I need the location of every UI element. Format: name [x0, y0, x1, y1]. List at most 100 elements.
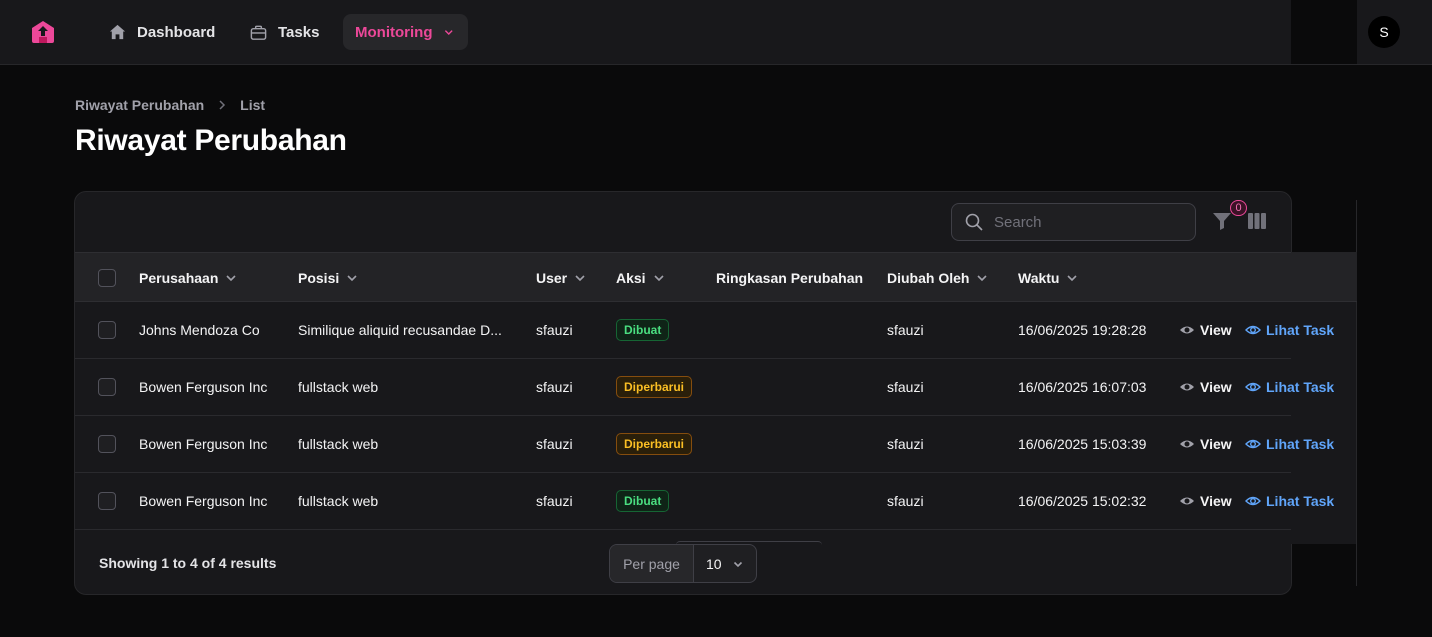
sort-chevron-icon [226, 275, 236, 282]
view-label: View [1200, 322, 1232, 338]
sort-chevron-icon [575, 275, 585, 282]
cell-perusahaan: Bowen Ferguson Inc [139, 436, 268, 452]
results-summary: Showing 1 to 4 of 4 results [99, 555, 277, 571]
eye-outline-icon [1245, 325, 1261, 335]
chevron-down-icon [445, 30, 454, 35]
home-icon [109, 24, 126, 39]
column-label: Diubah Oleh [887, 270, 970, 286]
breadcrumb-list: List [240, 97, 266, 113]
cell-diubah-oleh: sfauzi [887, 493, 924, 509]
lihat-task-label: Lihat Task [1266, 322, 1335, 338]
cell-user: sfauzi [536, 322, 573, 338]
select-all-checkbox[interactable] [98, 269, 116, 287]
search-input[interactable] [994, 213, 1184, 231]
row-checkbox[interactable] [98, 378, 116, 396]
table-row[interactable]: Bowen Ferguson Inc fullstack web sfauzi … [75, 473, 1334, 530]
per-page-value: 10 [706, 555, 722, 572]
cell-diubah-oleh: sfauzi [887, 322, 924, 338]
eye-icon [1180, 383, 1194, 391]
lihat-task-label: Lihat Task [1266, 436, 1335, 452]
column-label: Aksi [616, 270, 646, 286]
status-badge: Dibuat [616, 319, 670, 341]
view-label: View [1200, 493, 1232, 509]
cell-perusahaan: Bowen Ferguson Inc [139, 379, 268, 395]
per-page-dropdown[interactable]: 10 [694, 545, 756, 582]
eye-outline-icon [1245, 439, 1261, 449]
sort-chevron-icon [1067, 275, 1078, 282]
chevron-down-icon [733, 561, 743, 567]
cell-perusahaan: Bowen Ferguson Inc [139, 493, 268, 509]
lihat-task-label: Lihat Task [1266, 379, 1335, 395]
column-header-aksi[interactable]: Aksi [616, 253, 666, 303]
app-logo-icon[interactable] [30, 19, 56, 45]
row-checkbox[interactable] [98, 492, 116, 510]
nav-dashboard-label: Dashboard [137, 23, 216, 41]
column-header-waktu[interactable]: Waktu [1018, 253, 1079, 303]
view-button[interactable]: View [1179, 322, 1232, 338]
cell-user: sfauzi [536, 493, 573, 509]
columns-icon[interactable] [1247, 212, 1267, 230]
column-header-diubah-oleh[interactable]: Diubah Oleh [887, 253, 989, 303]
column-header-posisi[interactable]: Posisi [298, 253, 359, 303]
sort-chevron-icon [654, 275, 664, 282]
search-icon [965, 213, 983, 231]
breadcrumb-riwayat[interactable]: Riwayat Perubahan [75, 97, 204, 113]
table-row[interactable]: Bowen Ferguson Inc fullstack web sfauzi … [75, 359, 1334, 416]
filter-count-badge: 0 [1230, 200, 1247, 216]
nav-tasks[interactable]: Tasks [237, 14, 331, 50]
briefcase-icon [250, 25, 267, 40]
view-label: View [1200, 436, 1232, 452]
status-badge: Dibuat [616, 490, 670, 512]
nav-monitoring-label: Monitoring [355, 23, 433, 41]
status-badge: Diperbarui [616, 433, 693, 455]
eye-outline-icon [1245, 382, 1261, 392]
cell-diubah-oleh: sfauzi [887, 436, 924, 452]
column-label: Ringkasan Perubahan [716, 270, 864, 286]
column-label: Posisi [298, 270, 340, 286]
view-button[interactable]: View [1179, 436, 1232, 452]
cell-posisi: fullstack web [298, 493, 379, 509]
column-label: User [536, 270, 568, 286]
lihat-task-link[interactable]: Lihat Task [1245, 322, 1334, 338]
eye-icon [1180, 326, 1194, 334]
page-title: Riwayat Perubahan [75, 124, 347, 157]
nav-monitoring[interactable]: Monitoring [343, 14, 468, 50]
chevron-right-icon [219, 100, 226, 110]
cell-posisi: fullstack web [298, 436, 379, 452]
search-field[interactable] [951, 203, 1196, 241]
table-header-overflow [1291, 252, 1357, 302]
row-checkbox[interactable] [98, 435, 116, 453]
view-button[interactable]: View [1179, 493, 1232, 509]
cell-waktu: 16/06/2025 15:03:39 [1018, 436, 1147, 452]
lihat-task-link[interactable]: Lihat Task [1245, 379, 1334, 395]
cell-posisi: Similique aliquid recusandae D... [298, 322, 502, 338]
table-row[interactable]: Johns Mendoza Co Similique aliquid recus… [75, 302, 1334, 359]
per-page-label: Per page [610, 545, 694, 582]
per-page-select[interactable]: Per page 10 [609, 544, 757, 583]
cell-perusahaan: Johns Mendoza Co [139, 322, 260, 338]
cell-user: sfauzi [536, 379, 573, 395]
view-button[interactable]: View [1179, 379, 1232, 395]
nav-dashboard[interactable]: Dashboard [96, 14, 227, 50]
column-label: Perusahaan [139, 270, 219, 286]
cell-user: sfauzi [536, 436, 573, 452]
cell-waktu: 16/06/2025 16:07:03 [1018, 379, 1147, 395]
sort-chevron-icon [347, 275, 357, 282]
column-header-user[interactable]: User [536, 253, 587, 303]
select-all-cell [98, 253, 116, 303]
user-avatar[interactable]: S [1368, 16, 1400, 48]
lihat-task-link[interactable]: Lihat Task [1245, 436, 1334, 452]
lihat-task-link[interactable]: Lihat Task [1245, 493, 1334, 509]
cell-waktu: 16/06/2025 19:28:28 [1018, 322, 1147, 338]
lihat-task-label: Lihat Task [1266, 493, 1335, 509]
table-row[interactable]: Bowen Ferguson Inc fullstack web sfauzi … [75, 416, 1334, 473]
cell-posisi: fullstack web [298, 379, 379, 395]
breadcrumb: Riwayat Perubahan List [75, 97, 265, 113]
column-header-perusahaan[interactable]: Perusahaan [139, 253, 238, 303]
table-header: Perusahaan Posisi User Aksi Ringkasan Pe… [75, 252, 1291, 302]
eye-icon [1180, 497, 1194, 505]
row-checkbox[interactable] [98, 321, 116, 339]
filter-icon[interactable] [1211, 210, 1233, 232]
cell-waktu: 16/06/2025 15:02:32 [1018, 493, 1147, 509]
eye-icon [1180, 440, 1194, 448]
